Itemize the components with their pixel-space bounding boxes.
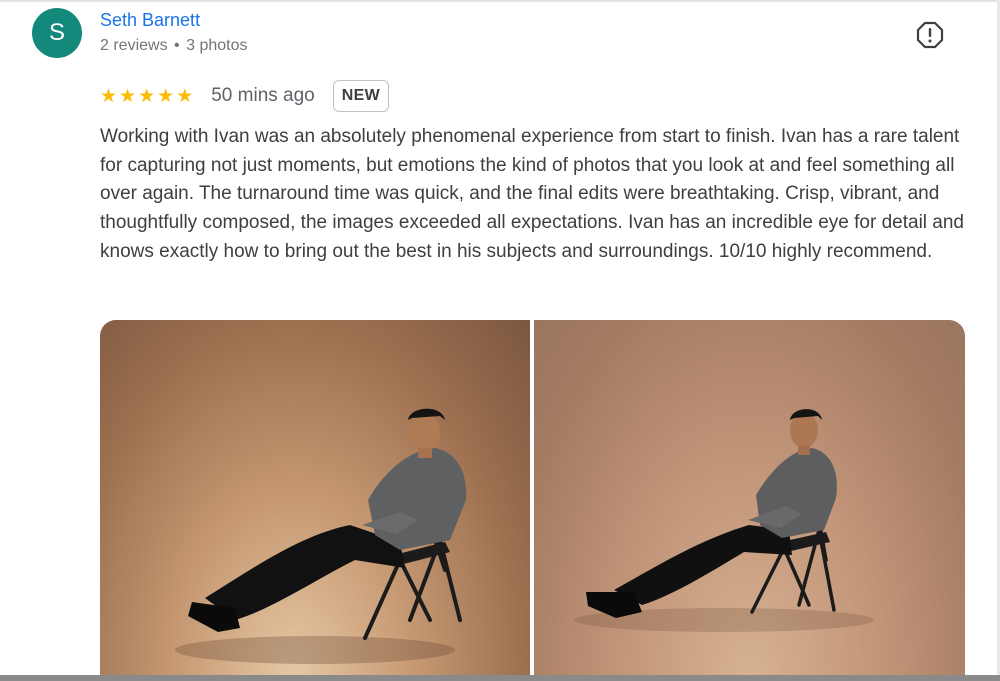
report-button[interactable] — [916, 21, 944, 49]
review-time: 50 mins ago — [211, 85, 315, 106]
star-rating: ★ ★ ★ ★ ★ — [100, 87, 193, 106]
report-flag-icon — [916, 21, 944, 49]
photo-1-illustration — [175, 408, 467, 664]
author-meta: 2 reviews • 3 photos — [100, 37, 247, 55]
new-badge: NEW — [332, 80, 389, 112]
review-photo-1[interactable] — [100, 320, 530, 681]
photo-2-illustration — [574, 409, 874, 632]
photos-count: 3 photos — [186, 37, 248, 54]
review-text: Working with Ivan was an absolutely phen… — [100, 126, 964, 262]
star-icon: ★ — [176, 85, 194, 107]
star-icon: ★ — [157, 85, 175, 107]
review-photo-2[interactable] — [534, 320, 965, 681]
avatar[interactable]: S — [32, 8, 82, 58]
star-icon: ★ — [100, 85, 118, 107]
rating-row: ★ ★ ★ ★ ★ 50 mins ago NEW — [100, 79, 389, 113]
window-bottom-edge — [0, 675, 1000, 681]
meta-separator: • — [174, 37, 180, 54]
reviews-count: 2 reviews — [100, 37, 168, 54]
star-icon: ★ — [119, 85, 137, 107]
star-icon: ★ — [138, 85, 156, 107]
window-top-edge — [0, 0, 1000, 3]
author-name-link[interactable]: Seth Barnett — [100, 10, 200, 31]
